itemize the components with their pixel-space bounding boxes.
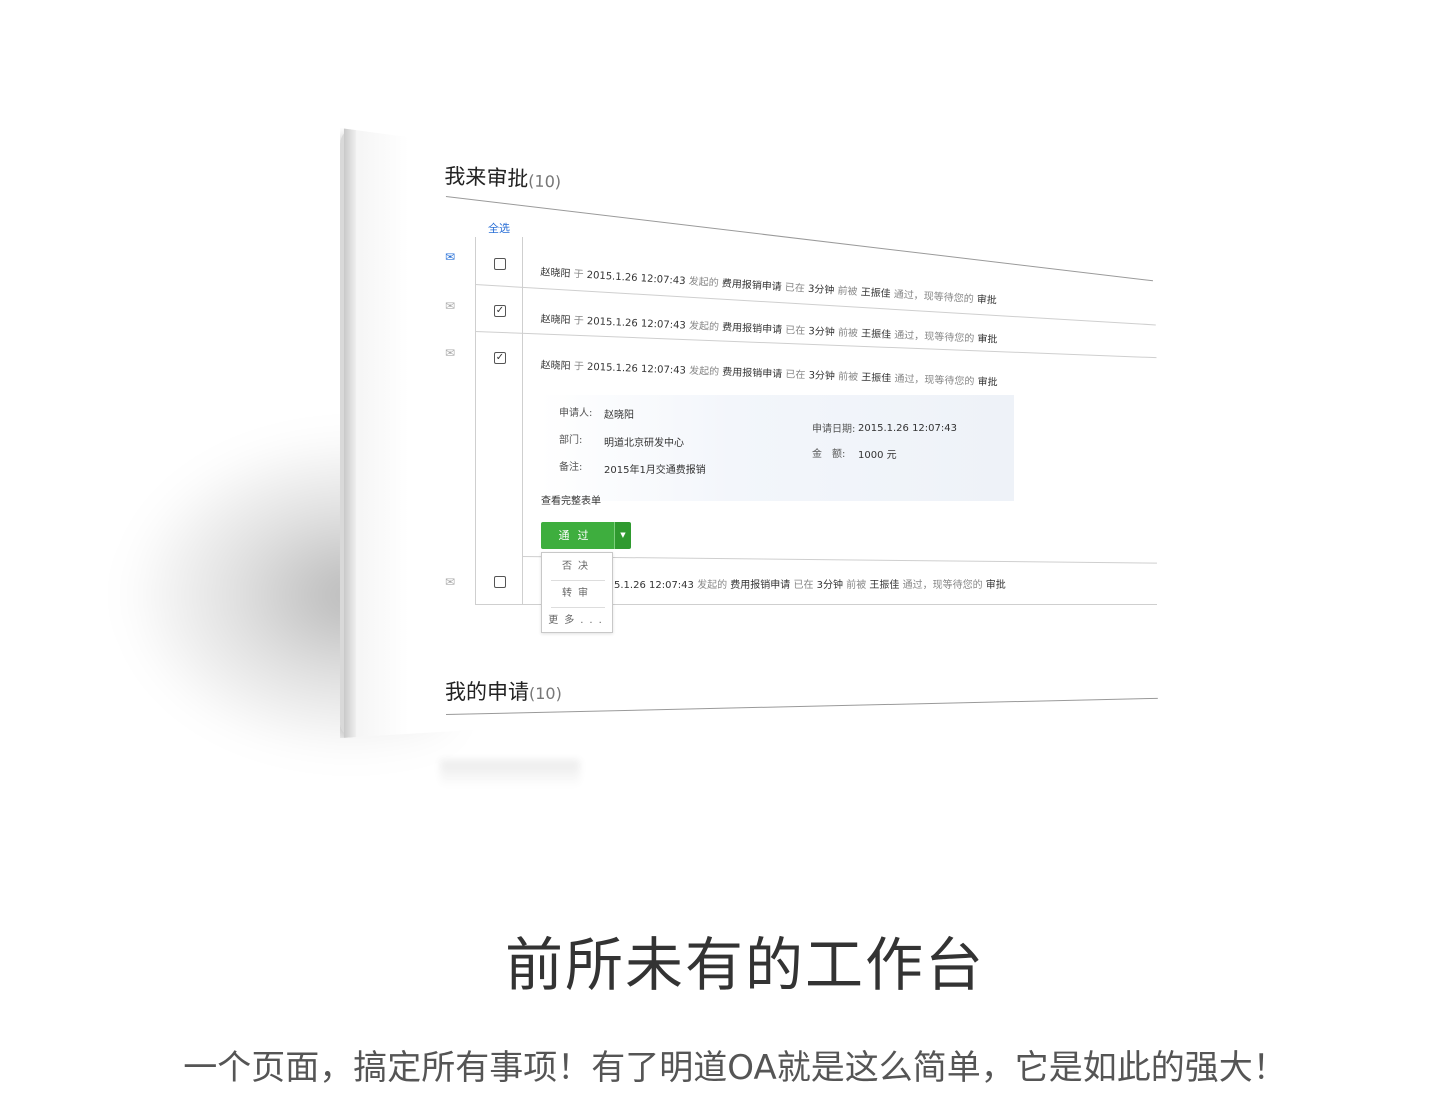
row-checkbox[interactable]: ✓ xyxy=(494,352,506,364)
applicant-name: 赵晓阳 xyxy=(540,359,571,373)
product-showcase: 我来审批(10) 全选 ✉ 赵晓阳 于 2015.1.26 12:07:43 发… xyxy=(0,0,1433,900)
read-mail-icon: ✉ xyxy=(445,346,456,360)
row-faqi: 发起的 xyxy=(688,276,719,290)
row-yizai: 已在 xyxy=(793,580,814,591)
menu-item-more[interactable]: 更多... xyxy=(542,607,614,634)
approve-count: (10) xyxy=(527,171,562,192)
caret-down-icon: ▼ xyxy=(620,531,626,539)
unread-mail-icon: ✉ xyxy=(445,250,456,264)
row-checkbox[interactable] xyxy=(494,258,506,270)
row-checkbox[interactable]: ✓ xyxy=(494,305,506,317)
applicant-label: 申请人: xyxy=(559,408,593,419)
row-faqi: 发起的 xyxy=(688,365,720,378)
row-yizai: 已在 xyxy=(785,369,806,382)
approve-section-title: 我来审批(10) xyxy=(444,160,562,194)
row-yizai: 已在 xyxy=(784,325,806,338)
row-action: 审批 xyxy=(976,294,998,307)
approver-name: 王振佳 xyxy=(869,580,900,591)
applicant-name: 赵晓阳 xyxy=(540,266,571,280)
approver-name: 王振佳 xyxy=(860,287,891,301)
note-label: 备注: xyxy=(559,462,583,473)
headline: 前所未有的工作台 xyxy=(504,931,985,999)
row-yu: 于 xyxy=(573,361,585,373)
view-full-form-link[interactable]: 查看完整表单 xyxy=(541,492,601,507)
select-all-link[interactable]: 全选 xyxy=(488,220,510,236)
menu-item-transfer[interactable]: 转审 xyxy=(542,580,614,607)
row-faqi: 发起的 xyxy=(688,320,720,334)
note-value: 2015年1月交通费报销 xyxy=(604,465,706,476)
row-yu: 于 xyxy=(573,269,584,281)
dept-label: 部门: xyxy=(559,435,583,446)
request-type: 费用报销申请 xyxy=(722,366,783,381)
row-yizai: 已在 xyxy=(784,282,806,295)
approver-name: 王振佳 xyxy=(860,328,892,341)
workbench-content: 我来审批(10) 全选 ✉ 赵晓阳 于 2015.1.26 12:07:43 发… xyxy=(0,0,1433,900)
pass-dropdown-toggle[interactable]: ▼ xyxy=(614,522,631,549)
row-qianbei: 前被 xyxy=(837,327,859,340)
applicant-name: 赵晓阳 xyxy=(540,313,571,327)
row-ago: 3分钟 xyxy=(808,326,835,339)
read-mail-icon: ✉ xyxy=(445,299,456,313)
row-action: 审批 xyxy=(985,580,1006,591)
dept-value: 明道北京研发中心 xyxy=(604,438,684,449)
approver-name: 王振佳 xyxy=(861,372,892,385)
applicant-value: 赵晓阳 xyxy=(604,410,634,421)
menu-item-reject[interactable]: 否决 xyxy=(542,553,614,580)
row-action: 审批 xyxy=(977,376,998,389)
pass-button[interactable]: 通过 xyxy=(541,522,614,549)
row-ago: 3分钟 xyxy=(808,370,836,383)
my-requests-title-text: 我的申请 xyxy=(445,680,529,704)
row-time: 5.1.26 12:07:43 xyxy=(614,580,694,591)
row-yu: 于 xyxy=(573,315,584,327)
read-mail-icon: ✉ xyxy=(445,575,456,589)
row-status: 通过，现等待您的 xyxy=(902,580,983,591)
row-ago: 3分钟 xyxy=(816,580,844,591)
row-faqi: 发起的 xyxy=(697,580,728,591)
approval-row[interactable]: 5.1.26 12:07:43 发起的 费用报销申请 已在 3分钟 前被 王振佳… xyxy=(614,576,1296,591)
row-checkbox[interactable] xyxy=(494,576,506,588)
date-value: 2015.1.26 12:07:43 xyxy=(858,423,957,434)
tagline: 一个页面，搞定所有事项！有了明道OA就是这么简单，它是如此的强大！ xyxy=(183,1048,1287,1088)
my-requests-count: (10) xyxy=(529,684,562,703)
approve-title-text: 我来审批 xyxy=(443,163,529,192)
row-qianbei: 前被 xyxy=(837,285,858,298)
date-label: 申请日期: xyxy=(812,424,856,435)
amount-value: 1000 元 xyxy=(858,450,897,461)
row-action: 审批 xyxy=(977,333,998,346)
row-qianbei: 前被 xyxy=(846,580,867,591)
pass-dropdown-menu: 否决 转审 更多... xyxy=(541,552,613,633)
my-requests-section-title: 我的申请(10) xyxy=(445,676,562,706)
title-reflection xyxy=(440,760,580,788)
request-type: 费用报销申请 xyxy=(730,580,791,591)
amount-label: 金 额: xyxy=(812,449,846,460)
row-qianbei: 前被 xyxy=(837,371,859,384)
checkbox-column-divider xyxy=(522,237,523,605)
row-ago: 3分钟 xyxy=(807,283,835,297)
